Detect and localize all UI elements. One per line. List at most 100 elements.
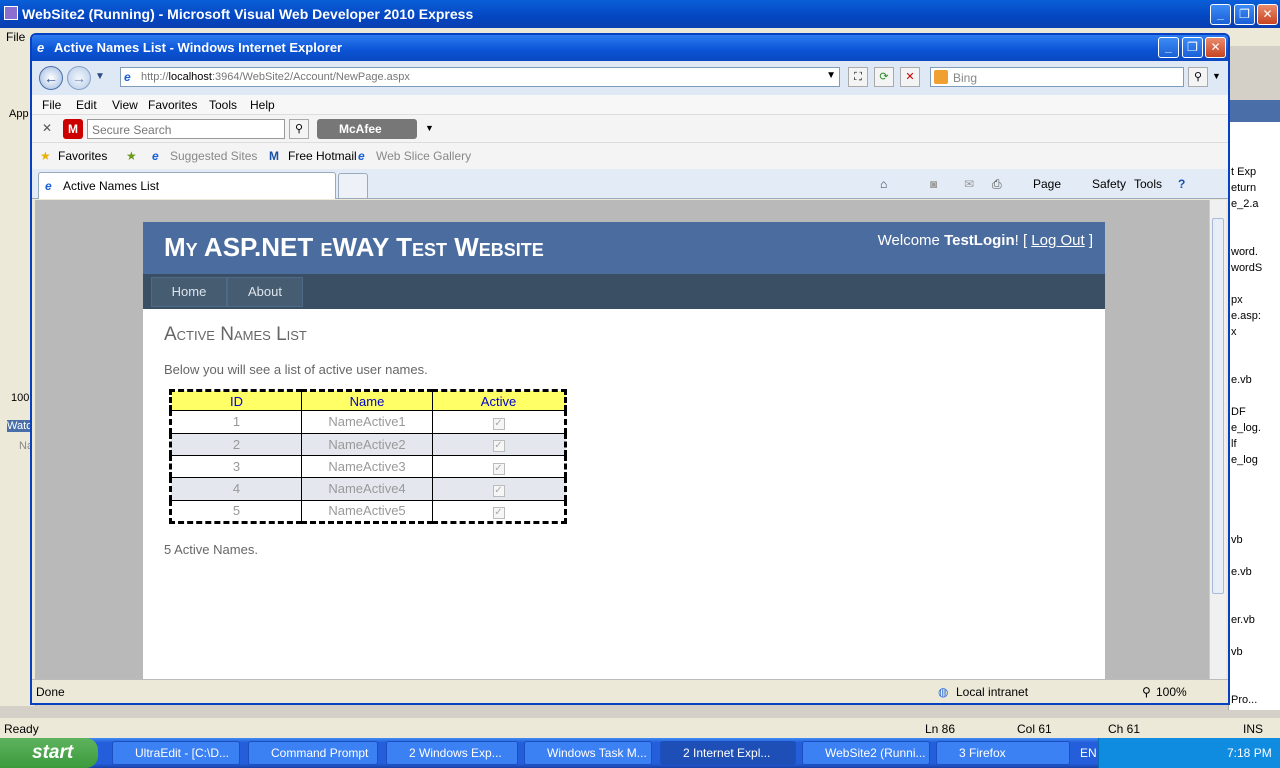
refresh-icon[interactable]: ⟳ [874, 67, 894, 87]
checkbox-checked-icon: ✓ [492, 462, 505, 475]
nav-home[interactable]: Home [151, 277, 227, 307]
vs-right-line: e.asp: [1231, 310, 1261, 322]
vs-status-ch: Ch 61 [1108, 722, 1141, 736]
vs-statusbar: Ready Ln 86 Col 61 Ch 61 INS [0, 718, 1280, 738]
cell-active: ✓ [432, 477, 566, 501]
language-indicator[interactable]: EN [1080, 746, 1097, 760]
mail-icon[interactable]: ✉ [964, 177, 974, 191]
compatibility-icon[interactable]: ⛶ [848, 67, 868, 87]
tab-page-icon: e [45, 179, 52, 193]
taskbar-item-ultraedit[interactable]: UltraEdit - [C:\D... [112, 741, 240, 765]
taskbar-item-firefox[interactable]: 3 Firefox [936, 741, 1070, 765]
table-row: 5 NameActive5 ✓ [170, 499, 566, 524]
close-toolbar-icon[interactable]: ✕ [42, 121, 52, 135]
secure-search-placeholder: Secure Search [92, 123, 172, 137]
address-dropdown-icon[interactable]: ▼ [826, 70, 836, 81]
page-title: Active Names List [164, 324, 307, 345]
vs-right-line: lf [1231, 438, 1237, 450]
taskbar-item-command-prompt[interactable]: Command Prompt [248, 741, 378, 765]
forward-arrow-icon[interactable]: → [67, 66, 91, 90]
safety-menu-button[interactable]: Safety [1092, 177, 1126, 191]
vs-right-panel: t Exp eturn e_2.a word. wordS px e.asp: … [1228, 100, 1280, 710]
secure-search-input[interactable]: Secure Search [87, 119, 285, 139]
start-label: start [32, 742, 74, 763]
tools-menu-button[interactable]: Tools [1134, 177, 1162, 191]
favorites-button[interactable]: Favorites [58, 149, 107, 163]
help-icon[interactable]: ? [1178, 177, 1185, 191]
feeds-icon[interactable]: ◙ [930, 177, 937, 191]
new-tab-button[interactable] [338, 173, 368, 199]
taskbar-item-internet-explorer[interactable]: 2 Internet Expl... [660, 741, 796, 765]
web-slice-gallery-link[interactable]: Web Slice Gallery [376, 149, 471, 163]
taskbar-item-website2[interactable]: WebSite2 (Runni... [802, 741, 930, 765]
start-button[interactable]: start [0, 738, 98, 768]
page-menu-button[interactable]: Page [1033, 177, 1061, 191]
menu-help[interactable]: Help [250, 98, 275, 112]
cell-id: 4 [170, 477, 302, 501]
menu-favorites[interactable]: Favorites [148, 98, 197, 112]
vs-minimize-button[interactable]: _ [1210, 4, 1231, 25]
cell-name: NameActive4 [301, 477, 433, 501]
vs-right-line: vb [1231, 534, 1243, 546]
suggested-sites-link[interactable]: Suggested Sites [170, 149, 257, 163]
zoom-level[interactable]: 100% [1156, 685, 1187, 699]
search-box[interactable]: Bing [930, 67, 1184, 87]
cell-id: 1 [170, 410, 302, 434]
grid-header-row: ID Name Active [170, 389, 566, 412]
home-icon[interactable]: ⌂ [880, 177, 887, 191]
checkbox-checked-icon: ✓ [492, 440, 505, 453]
search-icon[interactable]: ⚲ [1188, 67, 1208, 87]
taskbar-item-task-manager[interactable]: Windows Task M... [524, 741, 652, 765]
vs-close-button[interactable]: ✕ [1257, 4, 1278, 25]
menu-tools[interactable]: Tools [209, 98, 237, 112]
vs-menu-file[interactable]: File [6, 30, 25, 44]
search-options-chevron-icon[interactable]: ▼ [1212, 71, 1221, 81]
vs-right-line: DF [1231, 406, 1246, 418]
print-icon[interactable]: ⎙ [992, 177, 1002, 192]
globe-icon: ◍ [938, 685, 949, 699]
grid-header-id: ID [170, 389, 302, 412]
page-scrollbar[interactable] [1209, 200, 1226, 679]
cell-active: ✓ [432, 410, 566, 434]
bing-logo-icon [934, 70, 948, 84]
scrollbar-thumb[interactable] [1212, 218, 1224, 594]
tab-label: Active Names List [63, 179, 160, 193]
secure-search-icon[interactable]: ⚲ [289, 119, 309, 139]
menu-edit[interactable]: Edit [76, 98, 97, 112]
add-favorite-icon[interactable]: ★ [126, 149, 137, 163]
ie-navbar: ← → ▼ e http://localhost:3964/WebSite2/A… [32, 61, 1228, 95]
address-bar[interactable]: e http://localhost:3964/WebSite2/Account… [120, 67, 840, 87]
ie-statusbar: Done ◍ Local intranet ⚲ 100% [32, 679, 1228, 703]
menu-view[interactable]: View [112, 98, 138, 112]
mcafee-chevron-icon[interactable]: ▼ [425, 123, 434, 133]
mcafee-button[interactable]: McAfee [317, 119, 417, 139]
hotmail-icon: M [269, 149, 279, 163]
vs-right-line: wordS [1231, 262, 1263, 274]
menu-file[interactable]: File [42, 98, 61, 112]
taskbar-item-windows-explorer[interactable]: 2 Windows Exp... [386, 741, 518, 765]
free-hotmail-link[interactable]: Free Hotmail [288, 149, 357, 163]
site-nav: Home About [143, 274, 1105, 309]
vs-maximize-button[interactable]: ❐ [1234, 4, 1255, 25]
ie-window: e Active Names List - Windows Internet E… [30, 33, 1230, 705]
ie-titlebar: e Active Names List - Windows Internet E… [32, 35, 1228, 61]
ie-maximize-button[interactable]: ❐ [1182, 37, 1203, 58]
active-count-text: 5 Active Names. [164, 542, 258, 557]
ie-close-button[interactable]: ✕ [1205, 37, 1226, 58]
site-title: My ASP.NET eWAY Test Website [164, 232, 544, 262]
ie-window-title: Active Names List - Windows Internet Exp… [54, 40, 343, 55]
logout-link[interactable]: Log Out [1031, 232, 1084, 249]
logged-in-user: TestLogin [944, 232, 1015, 249]
stop-icon[interactable]: ✕ [900, 67, 920, 87]
nav-about[interactable]: About [227, 277, 303, 307]
web-slice-icon: e [358, 149, 365, 163]
recent-pages-chevron-icon[interactable]: ▼ [95, 71, 105, 82]
mcafee-shield-icon: M [63, 119, 83, 139]
checkbox-checked-icon: ✓ [492, 506, 505, 519]
ie-minimize-button[interactable]: _ [1158, 37, 1179, 58]
cell-name: NameActive2 [301, 432, 433, 456]
back-arrow-icon[interactable]: ← [39, 66, 63, 90]
vs-status-line: Ln 86 [925, 722, 956, 736]
favorites-bar: ★ Favorites ★ e Suggested Sites M Free H… [32, 143, 1228, 169]
tab-active-names-list[interactable]: e Active Names List [38, 172, 336, 199]
